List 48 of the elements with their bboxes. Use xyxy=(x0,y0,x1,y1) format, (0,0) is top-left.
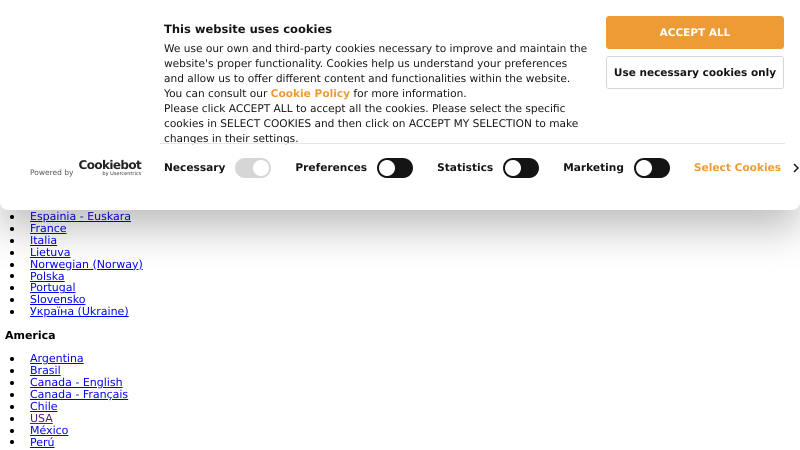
toggle-label: Preferences xyxy=(295,162,368,174)
section-heading: America xyxy=(5,329,56,342)
country-link[interactable]: Argentina xyxy=(30,353,84,366)
chevron-right-icon xyxy=(793,163,800,173)
bullet-icon xyxy=(10,380,14,385)
country-link[interactable]: Polska xyxy=(30,270,65,282)
bullet-icon xyxy=(10,286,14,290)
toggle-switch[interactable] xyxy=(503,158,540,178)
country-link[interactable]: Italia xyxy=(30,234,58,247)
bullet-icon xyxy=(10,262,14,267)
bullet-icon xyxy=(10,369,14,374)
country-link[interactable]: México xyxy=(30,424,68,436)
bullet-icon xyxy=(10,416,14,421)
bullet-icon xyxy=(10,226,14,231)
bullet-icon xyxy=(10,428,14,433)
country-link[interactable]: Norwegian (Norway) xyxy=(30,258,143,271)
country-link[interactable]: Espainia - Euskara xyxy=(30,211,132,223)
country-link[interactable]: France xyxy=(30,222,67,235)
bullet-icon xyxy=(10,392,14,397)
bullet-icon xyxy=(10,357,14,362)
logo-wordmark: Cookiebot xyxy=(78,159,142,171)
country-link[interactable]: Portugal xyxy=(30,282,76,294)
toggle-label: Marketing xyxy=(563,162,624,174)
toggle-label: Statistics xyxy=(437,162,494,174)
banner-title: This website uses cookies xyxy=(164,21,332,37)
country-link[interactable]: Brasil xyxy=(30,365,61,377)
bullet-icon xyxy=(10,404,14,409)
country-link[interactable]: Canada - Français xyxy=(30,388,128,401)
banner-text: We use our own and third-party cookies necessary to improve and maintain the website's proper functionality. Cookies help us understand your preferences and allow us to offer different content and functionalities within the website. You can consult our Cookie Policy for more information. xyxy=(164,42,588,102)
bullet-icon xyxy=(10,440,14,444)
bullet-icon xyxy=(10,310,14,314)
country-link[interactable]: Lietuva xyxy=(30,246,70,259)
country-link[interactable]: Slovensko xyxy=(30,294,86,306)
bullet-icon xyxy=(10,238,14,243)
bullet-icon xyxy=(10,274,14,278)
bullet-icon xyxy=(10,298,14,302)
necessary-only-button[interactable]: Use necessary cookies only xyxy=(606,56,784,89)
country-link[interactable]: Perú xyxy=(30,436,55,448)
bullet-icon xyxy=(10,214,14,219)
country-link[interactable]: USA xyxy=(30,412,53,425)
country-link[interactable]: Canada - English xyxy=(30,376,123,389)
country-link[interactable]: Chile xyxy=(30,400,58,413)
toggle-label: Necessary xyxy=(164,162,226,174)
toggle-switch[interactable] xyxy=(634,158,670,178)
banner-text: Please click ACCEPT ALL to accept all the cookies. Please select the specific cookies in SELECT COOKIES and then click on ACCEPT MY SELECTION to make changes in their settings. xyxy=(164,102,580,147)
country-link[interactable]: Україна (Ukraine) xyxy=(30,306,129,318)
bullet-icon xyxy=(10,250,14,255)
toggle-switch[interactable] xyxy=(377,158,414,178)
